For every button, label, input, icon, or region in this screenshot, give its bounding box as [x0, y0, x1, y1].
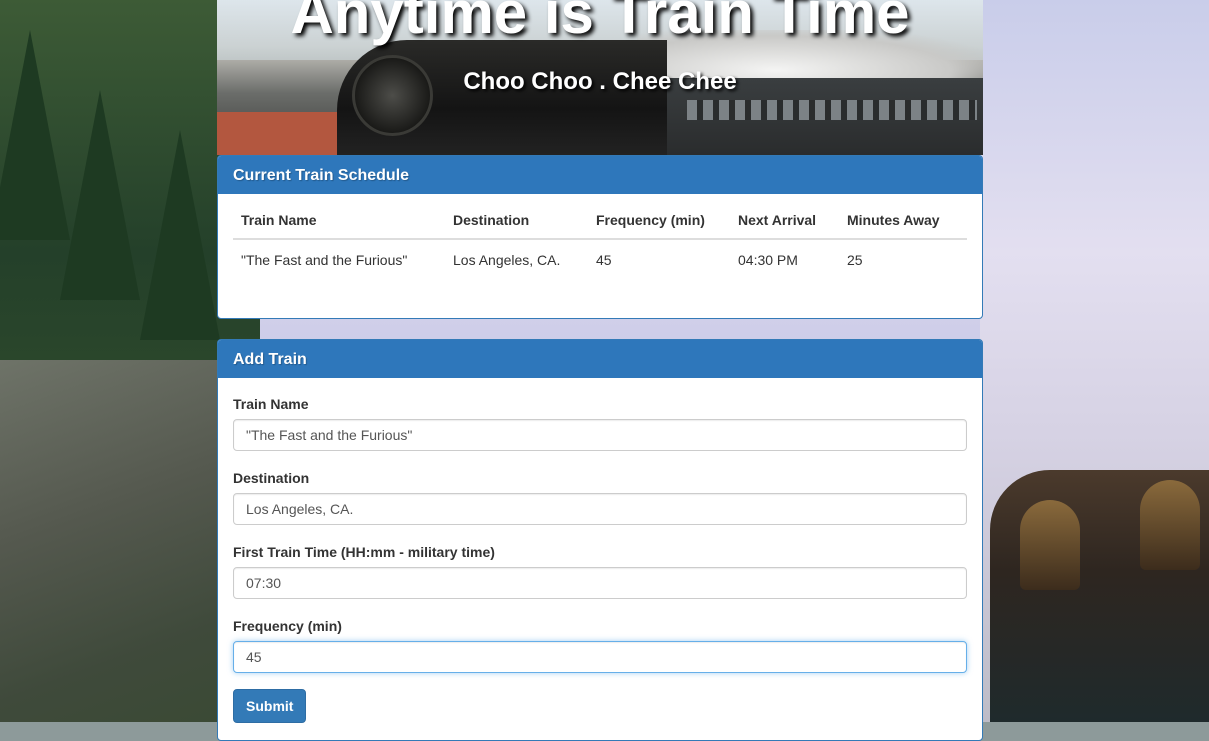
schedule-table: Train Name Destination Frequency (min) N…	[233, 212, 967, 270]
first-train-time-label: First Train Time (HH:mm - military time)	[233, 544, 495, 560]
table-cell: 04:30 PM	[738, 252, 798, 268]
banner-windows	[687, 100, 977, 120]
frequency-input[interactable]	[233, 641, 967, 673]
first-train-time-input[interactable]	[233, 567, 967, 599]
column-header: Next Arrival	[730, 212, 839, 240]
destination-input[interactable]	[233, 493, 967, 525]
frequency-label: Frequency (min)	[233, 618, 342, 634]
column-header: Destination	[445, 212, 588, 240]
column-header: Frequency (min)	[588, 212, 730, 240]
submit-button[interactable]: Submit	[233, 689, 307, 723]
background-dome	[1020, 500, 1080, 590]
table-cell: 25	[847, 252, 863, 268]
train-name-label: Train Name	[233, 396, 309, 412]
add-train-panel: Add Train Train Name Destination First T…	[217, 339, 983, 741]
schedule-panel: Current Train Schedule Train Name Destin…	[217, 155, 983, 319]
banner-freight-car	[217, 112, 337, 155]
column-header: Train Name	[233, 212, 445, 240]
column-header: Minutes Away	[839, 212, 967, 240]
background-tree	[60, 90, 140, 300]
table-cell: 45	[596, 252, 612, 268]
add-train-heading: Add Train	[218, 340, 982, 378]
destination-label: Destination	[233, 470, 310, 486]
background-tree	[140, 130, 220, 340]
page-title: Anytime is Train Time	[290, 0, 910, 46]
background-locomotive	[990, 470, 1209, 722]
schedule-heading: Current Train Schedule	[218, 156, 982, 194]
table-row: "The Fast and the Furious" Los Angeles, …	[233, 239, 967, 270]
table-cell: "The Fast and the Furious"	[241, 252, 408, 268]
page-subtitle: Choo Choo . Chee Chee	[463, 68, 737, 95]
train-name-input[interactable]	[233, 419, 967, 451]
header-banner: Anytime is Train Time Choo Choo . Chee C…	[217, 0, 983, 155]
table-header-row: Train Name Destination Frequency (min) N…	[233, 212, 967, 240]
background-dome	[1140, 480, 1200, 570]
table-cell: Los Angeles, CA.	[453, 252, 561, 268]
